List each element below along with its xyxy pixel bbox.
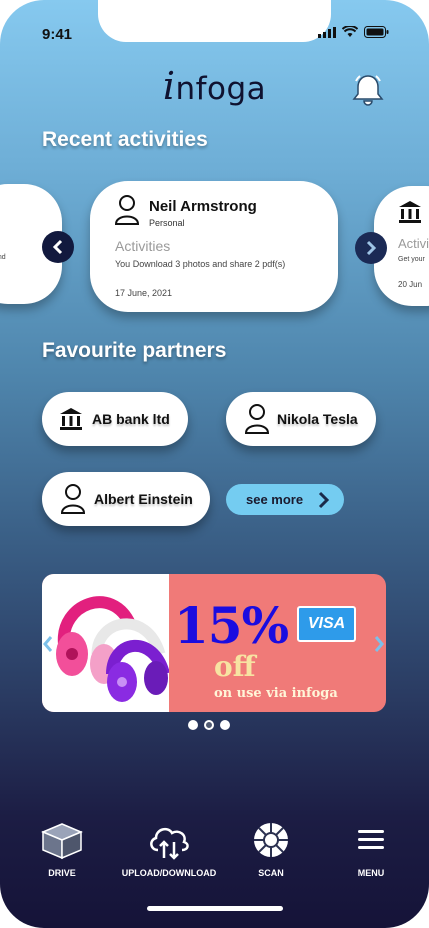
- bank-icon: [60, 408, 82, 430]
- home-indicator[interactable]: [147, 906, 283, 911]
- logo-i: i: [162, 64, 176, 108]
- chevron-right-icon: [366, 240, 377, 256]
- box-icon: [41, 823, 83, 860]
- status-time: 9:41: [42, 26, 73, 43]
- activity-card-date: 20 Jun: [398, 280, 423, 289]
- activity-card-text: You Download 3 photos and share 2 pdf(s): [115, 259, 286, 269]
- visa-card-icon: VISA: [297, 606, 356, 642]
- activity-card-type: Personal: [149, 218, 185, 228]
- person-icon: [244, 404, 270, 434]
- partner-label: Nikola Tesla: [277, 411, 358, 427]
- activity-card-heading: Activi: [398, 236, 429, 251]
- partner-label: AB bank ltd: [92, 411, 170, 427]
- pagination-dot[interactable]: [220, 720, 230, 730]
- activity-card-text: Get your: [398, 256, 425, 263]
- partner-albert-einstein[interactable]: Albert Einstein: [42, 472, 210, 526]
- nav-label: UPLOAD/DOWNLOAD: [121, 868, 217, 878]
- nav-upload-download[interactable]: UPLOAD/DOWNLOAD: [119, 820, 219, 878]
- see-more-label: see more: [246, 492, 304, 507]
- activity-card-heading: Activities: [115, 238, 171, 254]
- see-more-button[interactable]: see more: [226, 484, 344, 515]
- banner-next-arrow[interactable]: [373, 634, 385, 654]
- person-icon: [60, 484, 86, 514]
- nav-label: DRIVE: [48, 868, 76, 878]
- signal-icon: [318, 26, 336, 38]
- nav-label: SCAN: [258, 868, 284, 878]
- headphones-image: [42, 574, 170, 712]
- nav-label: MENU: [357, 868, 385, 878]
- activity-card[interactable]: Neil Armstrong Personal Activities You D…: [90, 181, 338, 312]
- activity-card-date: 17 June, 2021: [115, 288, 173, 298]
- scan-icon: [254, 823, 288, 857]
- promo-subtitle: on use via infoga: [214, 686, 338, 701]
- promo-off: off: [214, 650, 256, 683]
- bell-icon: [352, 75, 384, 106]
- status-icons: [318, 26, 389, 38]
- activity-card-name: Neil Armstrong: [149, 198, 257, 215]
- wifi-icon: [342, 26, 358, 37]
- notification-bell-button[interactable]: [350, 72, 386, 108]
- partner-ab-bank[interactable]: AB bank ltd: [42, 392, 188, 446]
- promo-discount: 15%: [174, 596, 289, 655]
- nav-menu[interactable]: MENU: [346, 820, 396, 878]
- device-notch: [98, 0, 331, 42]
- nav-scan[interactable]: SCAN: [246, 820, 296, 878]
- partner-nikola-tesla[interactable]: Nikola Tesla: [226, 392, 376, 446]
- activity-card-snippet: end: [0, 254, 6, 261]
- promo-banner[interactable]: 15% VISA off on use via infoga: [42, 574, 386, 712]
- chevron-left-icon: [52, 239, 63, 255]
- battery-icon: [364, 26, 389, 38]
- person-icon: [114, 195, 140, 225]
- previous-activity-button[interactable]: [42, 231, 74, 263]
- banner-pagination: [188, 720, 230, 730]
- bank-icon: [399, 201, 421, 223]
- partner-label: Albert Einstein: [94, 491, 193, 507]
- logo-text: nfoga: [175, 71, 267, 107]
- headphones-icon: [56, 596, 170, 702]
- favourite-partners-title: Favourite partners: [42, 339, 227, 362]
- next-activity-button[interactable]: [355, 232, 387, 264]
- pagination-dot[interactable]: [188, 720, 198, 730]
- chevron-right-icon: [319, 491, 330, 508]
- app-screen: 9:41 infoga Recent activities end Neil A…: [0, 0, 429, 928]
- hamburger-menu-icon: [358, 830, 384, 849]
- banner-previous-arrow[interactable]: [42, 634, 54, 654]
- cloud-upload-download-icon: [150, 827, 189, 860]
- recent-activities-title: Recent activities: [42, 128, 208, 151]
- nav-drive[interactable]: DRIVE: [37, 820, 87, 878]
- pagination-dot[interactable]: [204, 720, 214, 730]
